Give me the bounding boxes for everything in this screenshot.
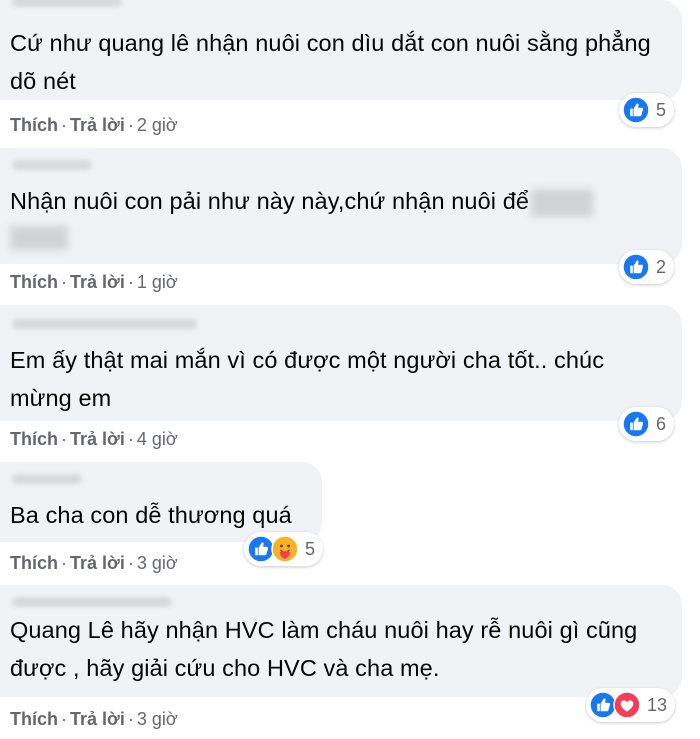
like-reaction-icon	[622, 96, 650, 124]
comment-time: 1 giờ	[136, 272, 178, 292]
reaction-count: 6	[656, 413, 667, 434]
comment-actions: Thích · Trả lời · 3 giờ	[10, 709, 178, 729]
comment-time: 2 giờ	[136, 115, 178, 135]
comment-actions: Thích · Trả lời · 1 giờ	[10, 272, 178, 292]
reply-button[interactable]: Trả lời	[70, 709, 125, 729]
comment-actions: Thích · Trả lời · 2 giờ	[10, 115, 178, 135]
care-reaction-icon	[271, 535, 299, 563]
like-reaction-icon	[622, 253, 650, 281]
comment-time: 3 giờ	[136, 709, 178, 729]
commenter-name-blurred	[12, 597, 172, 607]
comment-text: Ba cha con dễ thương quá	[10, 502, 292, 528]
comment-bubble: Ba cha con dễ thương quá	[0, 462, 322, 542]
comment-time: 3 giờ	[136, 553, 178, 573]
reaction-summary[interactable]: 2	[619, 250, 675, 284]
like-button[interactable]: Thích	[10, 553, 58, 573]
commenter-name-blurred	[12, 160, 92, 170]
like-button[interactable]: Thích	[10, 272, 58, 292]
like-reaction-icon	[622, 410, 650, 438]
reaction-count: 2	[656, 256, 667, 277]
reaction-count: 5	[656, 99, 667, 120]
comment-bubble: Quang Lê hãy nhận HVC làm cháu nuôi hay …	[0, 585, 682, 697]
like-button[interactable]: Thích	[10, 709, 58, 729]
commenter-name-blurred	[12, 474, 82, 484]
comment-text: Nhận nuôi con pải như này này,chứ nhận n…	[10, 182, 660, 220]
comment-bubble: Em ấy thật mai mắn vì có được một người …	[0, 305, 682, 421]
comment-text: Em ấy thật mai mắn vì có được một người …	[10, 347, 605, 411]
comment-bubble: Nhận nuôi con pải như này này,chứ nhận n…	[0, 148, 682, 264]
comment-text: Quang Lê hãy nhận HVC làm cháu nuôi hay …	[10, 617, 638, 681]
like-button[interactable]: Thích	[10, 115, 58, 135]
love-reaction-icon	[613, 691, 641, 719]
reaction-count: 13	[647, 694, 668, 715]
reaction-summary[interactable]: 13	[586, 688, 676, 722]
reply-button[interactable]: Trả lời	[70, 272, 125, 292]
comment-actions: Thích · Trả lời · 3 giờ	[10, 553, 178, 573]
comment-text: Cứ như quang lê nhận nuôi con dìu dắt co…	[10, 30, 651, 94]
reaction-summary[interactable]: 6	[619, 407, 675, 441]
redacted-text	[10, 226, 68, 250]
comment-text-visible: Nhận nuôi con pải như này này,chứ nhận n…	[10, 188, 530, 214]
reaction-summary[interactable]: 5	[244, 532, 324, 566]
commenter-name-blurred	[12, 319, 197, 329]
comment-actions: Thích · Trả lời · 4 giờ	[10, 429, 178, 449]
reaction-summary[interactable]: 5	[619, 93, 675, 127]
comment-time: 4 giờ	[136, 429, 178, 449]
reply-button[interactable]: Trả lời	[70, 429, 125, 449]
reaction-count: 5	[305, 538, 316, 559]
reply-button[interactable]: Trả lời	[70, 553, 125, 573]
reply-button[interactable]: Trả lời	[70, 115, 125, 135]
commenter-name-blurred	[12, 0, 122, 7]
like-button[interactable]: Thích	[10, 429, 58, 449]
redacted-text	[531, 188, 594, 217]
comment-bubble: Cứ như quang lê nhận nuôi con dìu dắt co…	[0, 0, 682, 100]
